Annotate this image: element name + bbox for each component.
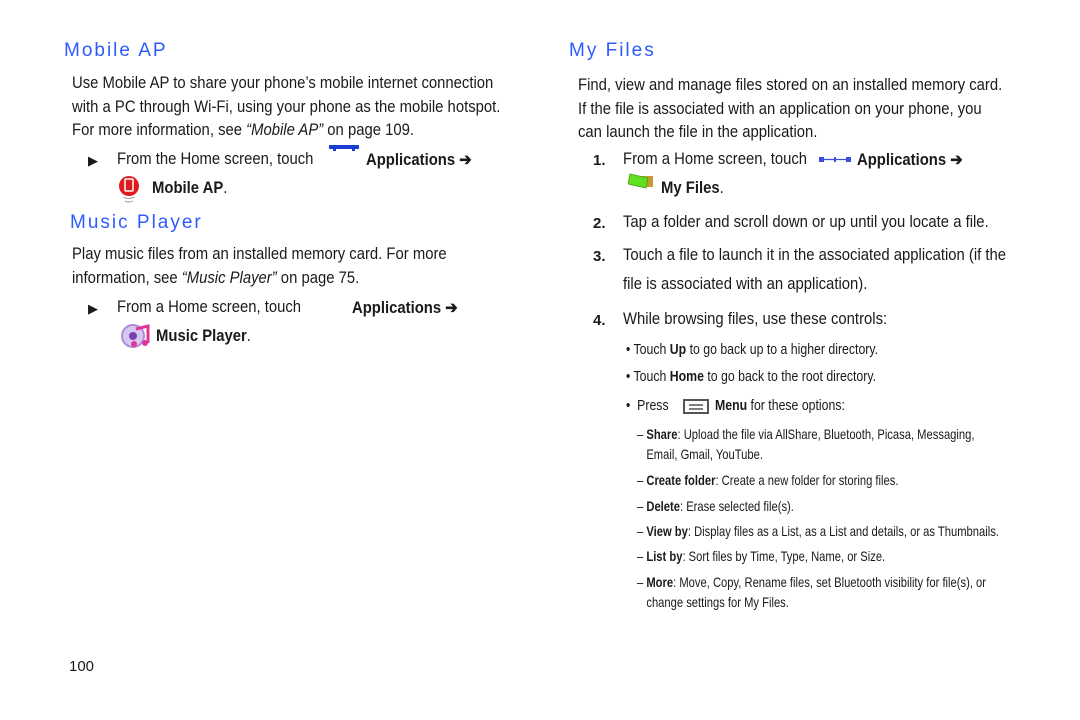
- option-desc: : Display files as a List, as a List and…: [687, 523, 999, 539]
- bullet-item: • Touch Up to go back up to a higher dir…: [626, 341, 879, 358]
- step-text: Touch a file to launch it in the associa…: [623, 246, 1007, 264]
- text: to go back up to a higher directory.: [686, 341, 879, 358]
- menu-option-delete: – Delete: Erase selected file(s).: [637, 498, 794, 514]
- page-number: 100: [69, 658, 95, 675]
- text: for these options:: [747, 397, 845, 414]
- mobile-ap-description: Use Mobile AP to share your phone’s mobi…: [72, 72, 500, 143]
- text-line: Play music files from an installed memor…: [72, 245, 447, 263]
- menu-option-view-by: – View by: Display files as a List, as a…: [637, 523, 999, 539]
- control-label: Up: [669, 341, 687, 358]
- text-line: on page 75.: [276, 268, 360, 287]
- option-label: View by: [646, 523, 688, 539]
- text: Press: [637, 397, 669, 414]
- option-desc: : Upload the file via AllShare, Bluetoot…: [677, 426, 975, 442]
- applications-icon: [329, 145, 359, 151]
- step-number: 2.: [593, 215, 606, 232]
- text: to go back to the root directory.: [703, 368, 877, 385]
- option-label: More: [646, 574, 674, 590]
- menu-option-more: – More: Move, Copy, Rename files, set Bl…: [637, 574, 986, 610]
- cross-reference-link[interactable]: “Mobile AP”: [246, 121, 323, 139]
- target-label: Music Player: [156, 327, 247, 345]
- period: .: [223, 179, 228, 197]
- target-label: Mobile AP: [152, 179, 224, 197]
- mobile-ap-icon: [119, 176, 139, 203]
- my-files-description: Find, view and manage files stored on an…: [578, 74, 1002, 145]
- mobile-ap-target: Mobile AP.: [152, 179, 227, 198]
- step-text: From a Home screen, touch: [623, 150, 808, 168]
- applications-label: Applications ➔: [857, 151, 963, 169]
- text-line: Use Mobile AP to share your phone’s mobi…: [72, 74, 494, 92]
- my-files-target: My Files.: [661, 179, 724, 198]
- control-label: Home: [669, 368, 704, 385]
- bullet-item-menu: Menu for these options:: [715, 397, 845, 414]
- cross-reference-link[interactable]: “Music Player”: [182, 269, 277, 287]
- control-label: Menu: [715, 397, 748, 414]
- menu-key-icon: [683, 399, 709, 414]
- step-text: From the Home screen, touch: [117, 150, 314, 168]
- option-desc: : Sort files by Time, Type, Name, or Siz…: [682, 548, 886, 564]
- step-number: 4.: [593, 312, 606, 329]
- applications-icon: [819, 157, 851, 162]
- music-player-icon: [121, 324, 150, 348]
- option-label: Delete: [646, 498, 680, 514]
- text-line: Find, view and manage files stored on an…: [578, 76, 1003, 94]
- heading-music-player: Music Player: [70, 212, 203, 233]
- text-line: on page 109.: [323, 121, 415, 139]
- text-line: For more information, see: [72, 121, 247, 139]
- option-desc: : Create a new folder for storing files.: [715, 472, 899, 488]
- applications-label: Applications ➔: [352, 299, 458, 317]
- bullet-item: • Touch Home to go back to the root dire…: [626, 368, 877, 385]
- text: Touch: [633, 368, 670, 385]
- option-desc: : Move, Copy, Rename files, set Bluetoot…: [673, 574, 986, 590]
- period: .: [246, 327, 251, 345]
- menu-option-create-folder: – Create folder: Create a new folder for…: [637, 472, 899, 488]
- period: .: [719, 179, 724, 197]
- step-number: 1.: [593, 152, 606, 169]
- text-line: information, see: [72, 268, 182, 287]
- step-text: While browsing files, use these controls…: [623, 310, 888, 328]
- step-text: From a Home screen, touch: [117, 298, 302, 316]
- target-label: My Files: [661, 179, 720, 197]
- heading-mobile-ap: Mobile AP: [64, 40, 168, 61]
- text-line: can launch the file in the application.: [578, 123, 818, 141]
- option-label: List by: [646, 548, 683, 564]
- option-label: Share: [646, 426, 678, 442]
- option-desc: Email, Gmail, YouTube.: [646, 446, 763, 462]
- menu-option-share: – Share: Upload the file via AllShare, B…: [637, 426, 975, 462]
- step-text: file is associated with an application).: [623, 275, 868, 293]
- triangle-bullet-icon: ▶: [88, 153, 98, 168]
- applications-label: Applications ➔: [366, 151, 472, 169]
- triangle-bullet-icon: ▶: [88, 301, 98, 316]
- text-line: with a PC through Wi-Fi, using your phon…: [72, 97, 501, 116]
- my-files-icon: [628, 173, 653, 189]
- music-player-description: Play music files from an installed memor…: [72, 243, 447, 290]
- text-line: If the file is associated with an applic…: [578, 99, 982, 118]
- heading-my-files: My Files: [569, 40, 656, 61]
- step-text: Tap a folder and scroll down or up until…: [623, 213, 989, 231]
- bullet-item: • Press: [626, 397, 669, 414]
- option-desc: : Erase selected file(s).: [679, 498, 794, 514]
- option-desc: change settings for My Files.: [646, 594, 789, 610]
- step-number: 3.: [593, 248, 606, 265]
- music-player-target: Music Player.: [156, 327, 251, 346]
- option-label: Create folder: [646, 472, 716, 488]
- menu-option-list-by: – List by: Sort files by Time, Type, Nam…: [637, 548, 886, 564]
- text: Touch: [633, 341, 670, 358]
